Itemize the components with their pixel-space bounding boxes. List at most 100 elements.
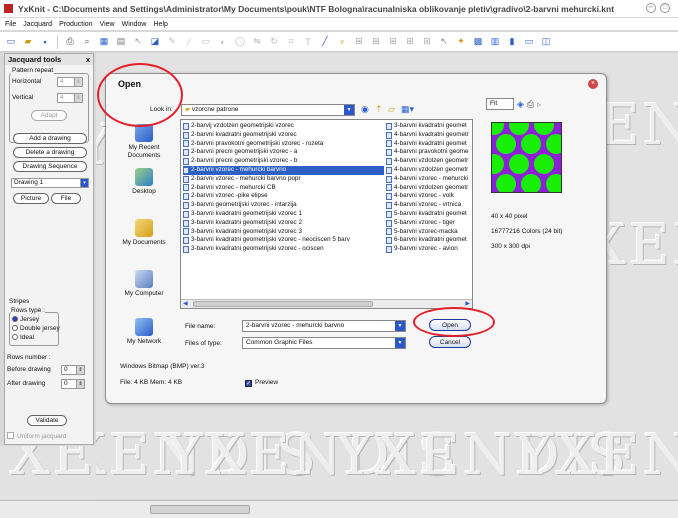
grid-tool-icon[interactable]: ▤ (114, 35, 128, 49)
view-mode-select[interactable]: Fit (486, 98, 514, 110)
line-icon[interactable]: ⁄ (182, 35, 196, 49)
crop-icon[interactable]: ⌗ (284, 35, 298, 49)
rectangle-icon[interactable]: ▭ (199, 35, 213, 49)
list-item[interactable]: 3-barvni geometrijski vzorec - intarzija (183, 201, 384, 210)
list-item[interactable]: 3-barvni kvadratni geometrijski vzorec -… (183, 245, 384, 254)
zoom-2-icon[interactable]: ⊞ (369, 35, 383, 49)
new-file-icon[interactable]: ▭ (4, 35, 18, 49)
zoom-3-icon[interactable]: ⊞ (386, 35, 400, 49)
list-item[interactable]: 4-barvni vzdolzen geometr (386, 157, 472, 166)
zoom-icon[interactable]: ◈ (517, 99, 524, 110)
cancel-button[interactable]: Cancel (429, 336, 471, 348)
radio-double-jersey[interactable]: Double jersey (12, 325, 60, 332)
list-item[interactable]: 2-barvni vzorec - mehurcki CB (183, 184, 384, 193)
scrollbar-thumb[interactable] (150, 505, 250, 514)
palette-icon[interactable]: ▩ (471, 35, 485, 49)
list-item[interactable]: 3-barvni kvadratni geomet (386, 122, 472, 131)
close-icon[interactable]: x (86, 55, 90, 64)
list-item[interactable]: 4-barvni vzorec - volk (386, 192, 472, 201)
print-icon[interactable]: ⎙ (527, 99, 534, 110)
menu-file[interactable]: File (5, 21, 16, 28)
list-item[interactable]: 3-barvni kvadratni geometrijski vzorec 1 (183, 210, 384, 219)
pencil-icon[interactable]: ✎ (165, 35, 179, 49)
search-icon[interactable]: ↖ (437, 35, 451, 49)
up-folder-icon[interactable]: ⇡ (375, 104, 383, 115)
menu-help[interactable]: Help (154, 21, 168, 28)
uniform-jacquard-checkbox[interactable]: Uniform jacquard (7, 432, 67, 440)
view-menu-icon[interactable]: ▦▾ (401, 104, 414, 115)
list-item[interactable]: 2-barvni pravokotni geometrijski vzorec … (183, 140, 384, 149)
back-icon[interactable]: ◉ (361, 104, 369, 115)
list-item[interactable]: 9-barvni vzorec - avion (386, 245, 472, 254)
horizontal-scrollbar[interactable] (0, 500, 678, 518)
place-my-network[interactable]: My Network (112, 318, 176, 346)
list-item[interactable]: 5-barvni vzorec-macka (386, 228, 472, 237)
place-recent[interactable]: My Recent Documents (112, 124, 176, 160)
maximize-icon[interactable]: □ (660, 3, 670, 13)
list-item-selected[interactable]: 2-barvni vzorec - mehurcki barvno (183, 165, 384, 175)
list-item[interactable]: 4-barvni vzorec - mehurcki (386, 175, 472, 184)
list-item[interactable]: 3-barvni kvadratni geometrijski vzorec 2 (183, 219, 384, 228)
list-item[interactable]: 5-barvni kvadratni geomet (386, 210, 472, 219)
list-item[interactable]: 2-barvni vzorec - mehurcki barvno popr (183, 175, 384, 184)
brush-icon[interactable]: ╱ (318, 35, 332, 49)
color-tool-icon[interactable]: ◪ (148, 35, 162, 49)
save-icon[interactable]: ▪ (38, 35, 52, 49)
window-tile-icon[interactable]: ▭ (522, 35, 536, 49)
rotate-icon[interactable]: ↻ (267, 35, 281, 49)
zoom-1-icon[interactable]: ⊞ (352, 35, 366, 49)
zoom-4-icon[interactable]: ⊞ (403, 35, 417, 49)
select-tool-icon[interactable]: ↖ (131, 35, 145, 49)
ellipse-icon[interactable]: ◯ (233, 35, 247, 49)
after-drawing-stepper[interactable]: 0 ⇕ (61, 379, 85, 389)
list-item[interactable]: 3-barvni kvadratni geometrijski vzorec 3 (183, 228, 384, 237)
zoom-5-icon[interactable]: ⊞ (420, 35, 434, 49)
pattern-tool-icon[interactable]: ▦ (97, 35, 111, 49)
drawing-select[interactable]: Drawing 1 ▾ (11, 178, 89, 188)
magic-wand-icon[interactable]: ✦ (454, 35, 468, 49)
drawing-sequence-button[interactable]: Drawing Sequence (13, 161, 87, 172)
adapt-button[interactable]: Adapt (31, 110, 67, 121)
radio-jersey[interactable]: Jersey (12, 316, 39, 323)
scrollbar-thumb[interactable] (193, 301, 373, 307)
list-item[interactable]: 2-barvni vzorec -pike elipse (183, 192, 384, 201)
list-item[interactable]: 2-barvni kvadratni geometrijski vzorec (183, 131, 384, 140)
print-preview-icon[interactable]: ⌕ (80, 35, 94, 49)
picture-button[interactable]: Picture (13, 193, 49, 204)
scroll-left-icon[interactable]: ◀ (183, 300, 188, 307)
list-item[interactable]: 3-barvni kvadratni geometrijski vzorec -… (183, 236, 384, 245)
delete-drawing-button[interactable]: Delete a drawing (13, 147, 87, 158)
mirror-icon[interactable]: ⇋ (250, 35, 264, 49)
play-icon[interactable]: ▹ (537, 100, 541, 109)
list-item[interactable]: 4-barvni pravokotni geome (386, 148, 472, 157)
close-icon[interactable]: × (588, 79, 598, 89)
list-item[interactable]: 2-barvni precni geometrijski vzorec - a (183, 148, 384, 157)
list-item[interactable]: 4-barvni vzdolzen geometr (386, 166, 472, 175)
file-name-input[interactable]: 2-barvni vzorec - mehurcki barvno ▾ (242, 320, 406, 332)
list-item[interactable]: 6-barvni kvadratni geomet (386, 236, 472, 245)
menu-production[interactable]: Production (59, 21, 92, 28)
minimize-icon[interactable]: – (646, 3, 656, 13)
layout-icon[interactable]: ▥ (488, 35, 502, 49)
scroll-right-icon[interactable]: ▶ (465, 300, 470, 307)
file-list-scrollbar[interactable]: ◀ ▶ (181, 299, 472, 308)
text-icon[interactable]: T (301, 35, 315, 49)
place-desktop[interactable]: Desktop (112, 168, 176, 196)
list-item[interactable]: 2-barvni precni geometrijski vzorec - b (183, 157, 384, 166)
new-folder-icon[interactable]: ▱ (388, 104, 395, 115)
fill-icon[interactable]: ◐ (216, 35, 230, 49)
vertical-stepper[interactable]: 4 ⇕ (57, 93, 83, 103)
radio-ideal[interactable]: Ideal (12, 334, 34, 341)
list-item[interactable]: 2-barvij vzdolzen geometrijski vzorec (183, 122, 384, 131)
list-item[interactable]: 4-barvni vzdolzen geometr (386, 184, 472, 193)
preview-checkbox[interactable]: ✓ Preview (245, 379, 278, 387)
file-button[interactable]: File (51, 193, 81, 204)
validate-button[interactable]: Validate (27, 415, 67, 426)
horizontal-stepper[interactable]: 4 ⇕ (57, 77, 83, 87)
add-drawing-button[interactable]: Add a drawing (13, 133, 87, 144)
open-folder-icon[interactable]: ▰ (21, 35, 35, 49)
window-cascade-icon[interactable]: ◫ (539, 35, 553, 49)
list-item[interactable]: 5-barvni vzorec - tiger (386, 219, 472, 228)
place-my-documents[interactable]: My Documents (112, 219, 176, 247)
menu-jacquard[interactable]: Jacquard (23, 21, 52, 28)
